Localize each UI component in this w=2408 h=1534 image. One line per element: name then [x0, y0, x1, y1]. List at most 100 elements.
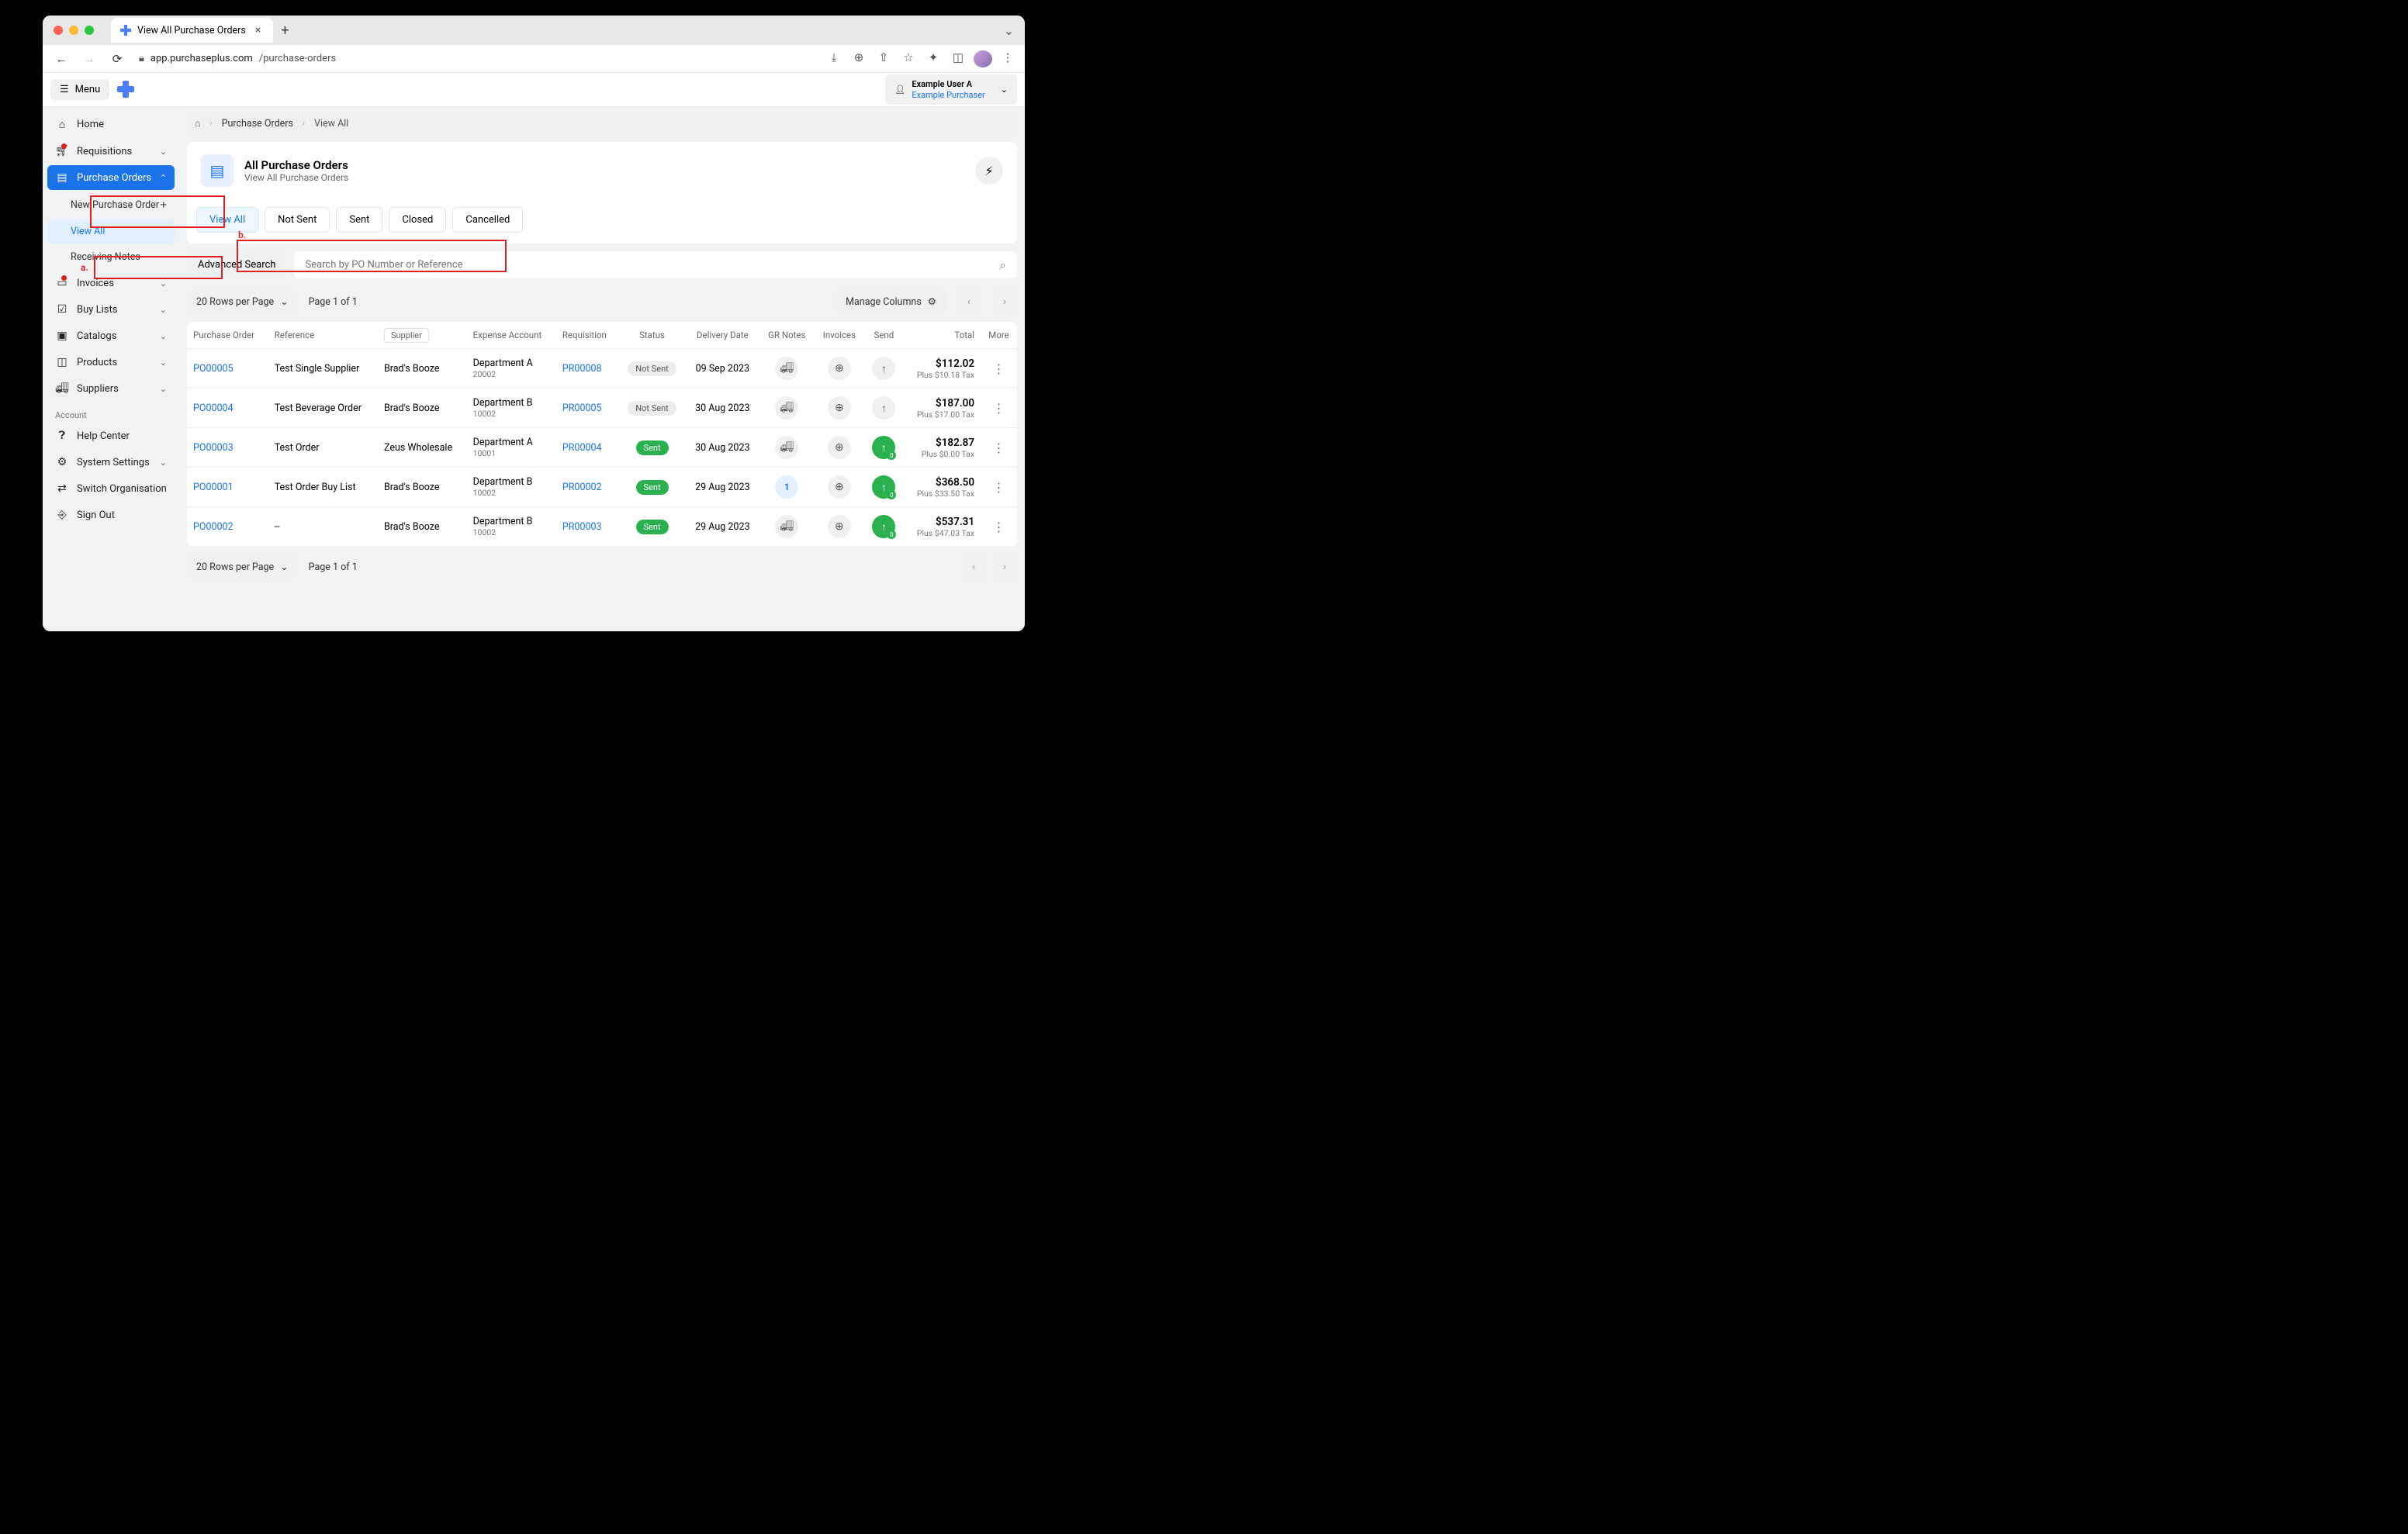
chevron-down-icon: ⌄	[1001, 85, 1008, 95]
next-page-button[interactable]: ›	[992, 289, 1017, 314]
po-link[interactable]: PO00004	[193, 403, 234, 414]
app-logo[interactable]	[117, 81, 136, 99]
col-status[interactable]: Status	[618, 322, 685, 349]
browser-tab[interactable]: View All Purchase Orders ×	[111, 18, 273, 43]
back-button[interactable]: ←	[50, 48, 72, 70]
menu-button[interactable]: ☰ Menu	[50, 79, 109, 100]
col-deliv[interactable]: Delivery Date	[686, 322, 759, 349]
col-total[interactable]: Total	[904, 322, 981, 349]
forward-button[interactable]: →	[78, 48, 100, 70]
send-button[interactable]: ↑0	[872, 515, 895, 538]
panel-icon[interactable]: ◫	[949, 50, 967, 67]
user-switcher[interactable]: 👤︎ Example User A Example Purchaser ⌄	[885, 74, 1017, 104]
sidebar-item-home[interactable]: ⌂Home	[47, 112, 175, 137]
search-input[interactable]	[305, 259, 999, 271]
col-exp[interactable]: Expense Account	[467, 322, 556, 349]
sidebar-item-settings[interactable]: ⚙System Settings⌄	[47, 450, 175, 475]
tab-not-sent[interactable]: Not Sent	[265, 207, 330, 233]
invoice-button[interactable]: ⊕	[828, 515, 851, 538]
requisition-link[interactable]: PR00002	[562, 482, 602, 493]
close-window[interactable]	[54, 26, 63, 35]
browser-menu-icon[interactable]: ⋮	[998, 50, 1017, 67]
close-tab-icon[interactable]: ×	[252, 24, 264, 36]
po-link[interactable]: PO00005	[193, 363, 234, 375]
row-more-button[interactable]: ⋮	[993, 401, 1005, 416]
gr-truck-icon[interactable]: 🚚︎	[775, 357, 798, 380]
po-link[interactable]: PO00002	[193, 521, 234, 533]
bookmark-icon[interactable]: ☆	[899, 50, 918, 67]
gr-truck-icon[interactable]: 🚚︎	[775, 396, 798, 420]
requisition-link[interactable]: PR00005	[562, 403, 602, 414]
cell-reference: --	[268, 507, 378, 547]
prev-page-button[interactable]: ‹	[957, 289, 981, 314]
home-icon[interactable]: ⌂	[195, 118, 201, 130]
sidebar-item-switch-org[interactable]: ⇄Switch Organisation	[47, 476, 175, 501]
tab-view-all[interactable]: View All	[196, 207, 258, 233]
row-more-button[interactable]: ⋮	[993, 480, 1005, 495]
send-button[interactable]: ↑0	[872, 475, 895, 499]
invoice-button[interactable]: ⊕	[828, 475, 851, 499]
sidebar-item-buy-lists[interactable]: ☑Buy Lists⌄	[47, 297, 175, 322]
sidebar-item-catalogs[interactable]: ▣Catalogs⌄	[47, 323, 175, 348]
advanced-search-button[interactable]: Advanced Search	[187, 251, 286, 278]
sidebar-item-invoices[interactable]: ▭Invoices⌄	[47, 271, 175, 295]
invoice-button[interactable]: ⊕	[828, 436, 851, 459]
manage-columns-button[interactable]: Manage Columns⚙	[836, 290, 946, 313]
new-tab-button[interactable]: +	[281, 22, 289, 39]
install-icon[interactable]: ⤓	[825, 50, 843, 67]
requisition-link[interactable]: PR00003	[562, 521, 602, 533]
sidebar-item-help[interactable]: ❓︎Help Center	[47, 423, 175, 448]
sidebar-item-requisitions[interactable]: 🛒︎Requisitions⌄	[47, 139, 175, 164]
col-req[interactable]: Requisition	[556, 322, 618, 349]
minimize-window[interactable]	[69, 26, 78, 35]
prev-page-button-bottom[interactable]: ‹	[961, 555, 986, 579]
col-po[interactable]: Purchase Order	[187, 322, 268, 349]
sidebar-item-purchase-orders[interactable]: ▤Purchase Orders⌃	[47, 165, 175, 190]
tab-sent[interactable]: Sent	[336, 207, 382, 233]
row-more-button[interactable]: ⋮	[993, 441, 1005, 455]
invoice-button[interactable]: ⊕	[828, 357, 851, 380]
maximize-window[interactable]	[85, 26, 94, 35]
col-ref[interactable]: Reference	[268, 322, 378, 349]
quick-actions-button[interactable]: ⚡︎	[975, 157, 1003, 185]
share-icon[interactable]: ⇧	[874, 50, 893, 67]
tab-cancelled[interactable]: Cancelled	[452, 207, 523, 233]
invoice-button[interactable]: ⊕	[828, 396, 851, 420]
send-button[interactable]: ↑	[872, 357, 895, 380]
sidebar-item-suppliers[interactable]: 🚚︎Suppliers⌄	[47, 376, 175, 401]
extensions-icon[interactable]: ✦	[924, 50, 943, 67]
col-sup[interactable]: Supplier	[378, 322, 467, 349]
search-icon[interactable]: ⌕	[999, 257, 1006, 273]
zoom-icon[interactable]: ⊕	[849, 50, 868, 67]
breadcrumb-l1[interactable]: Purchase Orders	[222, 118, 293, 130]
requisition-link[interactable]: PR00004	[562, 442, 602, 454]
sidebar-sub-view-all[interactable]: View All	[47, 219, 175, 244]
gr-truck-icon[interactable]: 🚚︎	[775, 515, 798, 538]
rows-per-page-select-bottom[interactable]: 20 Rows per Page⌄	[187, 555, 298, 579]
reload-button[interactable]: ⟳	[106, 48, 128, 70]
send-button[interactable]: ↑0	[872, 436, 895, 459]
sidebar-item-products[interactable]: ◫Products⌄	[47, 350, 175, 375]
gr-truck-icon[interactable]: 🚚︎	[775, 436, 798, 459]
rows-per-page-select[interactable]: 20 Rows per Page⌄	[187, 290, 298, 313]
plus-icon[interactable]: +	[160, 198, 167, 212]
col-inv[interactable]: Invoices	[815, 322, 864, 349]
sidebar-sub-receiving[interactable]: Receiving Notes	[47, 245, 175, 269]
po-link[interactable]: PO00003	[193, 442, 234, 454]
col-more[interactable]: More	[981, 322, 1017, 349]
tabs-dropdown-icon[interactable]: ⌄	[1004, 23, 1014, 38]
sidebar-item-signout[interactable]: ⎆Sign Out	[47, 503, 175, 527]
send-button[interactable]: ↑	[872, 396, 895, 420]
next-page-button-bottom[interactable]: ›	[992, 555, 1017, 579]
row-more-button[interactable]: ⋮	[993, 361, 1005, 376]
tab-closed[interactable]: Closed	[389, 207, 446, 233]
requisition-link[interactable]: PR00008	[562, 363, 602, 375]
url-bar[interactable]: 🔒︎ app.purchaseplus.com/purchase-orders	[134, 53, 818, 64]
col-gr[interactable]: GR Notes	[759, 322, 815, 349]
gr-count[interactable]: 1	[775, 475, 798, 499]
sidebar-sub-new-po[interactable]: New Purchase Order+	[47, 192, 175, 218]
row-more-button[interactable]: ⋮	[993, 520, 1005, 534]
po-link[interactable]: PO00001	[193, 482, 234, 493]
col-send[interactable]: Send	[864, 322, 904, 349]
profile-avatar[interactable]	[974, 50, 992, 67]
